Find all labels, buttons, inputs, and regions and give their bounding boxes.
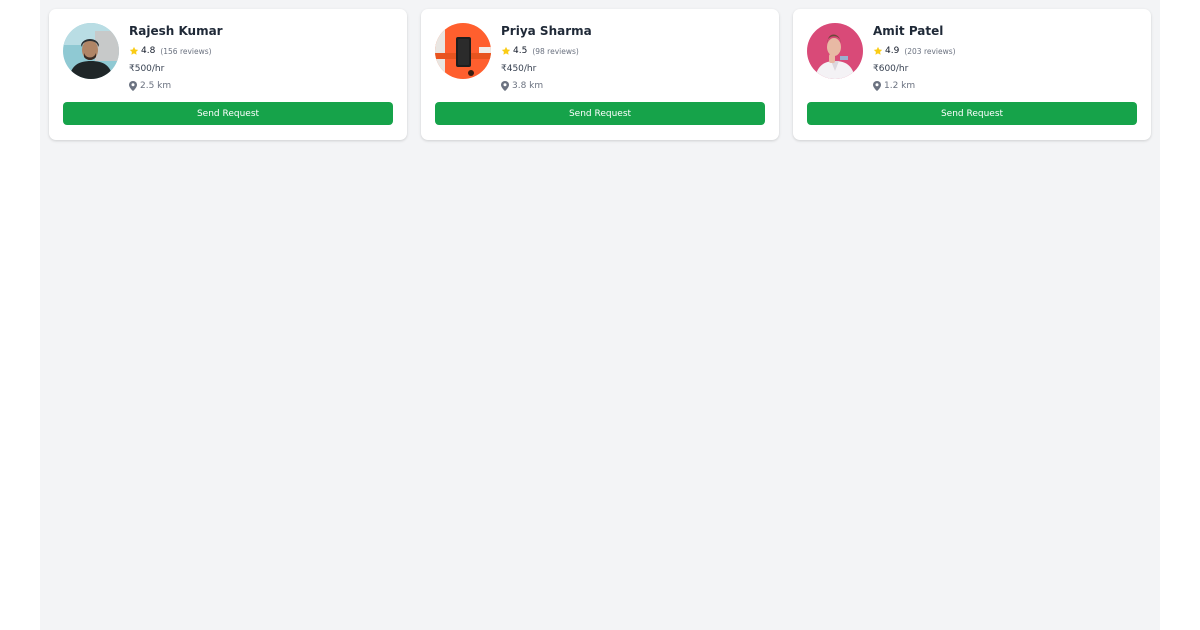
map-pin-icon [501,80,509,91]
map-pin-icon [129,80,137,91]
avatar [807,23,863,79]
hourly-rate: ₹500/hr [129,64,165,74]
avatar [435,23,491,79]
send-request-button[interactable]: Send Request [435,102,765,125]
provider-name: Amit Patel [873,24,944,38]
rating-value: 4.8 [141,46,156,56]
provider-card-grid: Rajesh Kumar 4.8 (156 reviews) ₹500/hr 2… [49,9,1151,140]
review-count: (98 reviews) [532,46,579,56]
rating-value: 4.9 [885,46,900,56]
review-count: (156 reviews) [160,46,212,56]
avatar-photo-phone [435,23,491,79]
page-background: Rajesh Kumar 4.8 (156 reviews) ₹500/hr 2… [40,0,1160,630]
map-pin-icon [873,80,881,91]
review-count: (203 reviews) [904,46,956,56]
hourly-rate: ₹600/hr [873,64,909,74]
distance: 1.2 km [884,80,916,91]
distance: 3.8 km [512,80,544,91]
rating-value: 4.5 [513,46,528,56]
hourly-rate: ₹450/hr [501,64,537,74]
provider-card: Rajesh Kumar 4.8 (156 reviews) ₹500/hr 2… [49,9,407,140]
star-icon [129,46,139,55]
star-icon [501,46,511,55]
provider-card: Priya Sharma 4.5 (98 reviews) ₹450/hr 3.… [421,9,779,140]
avatar [63,23,119,79]
provider-card: Amit Patel 4.9 (203 reviews) ₹600/hr 1.2… [793,9,1151,140]
provider-name: Priya Sharma [501,24,592,38]
star-icon [873,46,883,55]
send-request-button[interactable]: Send Request [807,102,1137,125]
avatar-photo-man-cap [63,23,119,79]
distance: 2.5 km [140,80,172,91]
avatar-photo-man-pink [807,23,863,79]
provider-name: Rajesh Kumar [129,24,223,38]
send-request-button[interactable]: Send Request [63,102,393,125]
